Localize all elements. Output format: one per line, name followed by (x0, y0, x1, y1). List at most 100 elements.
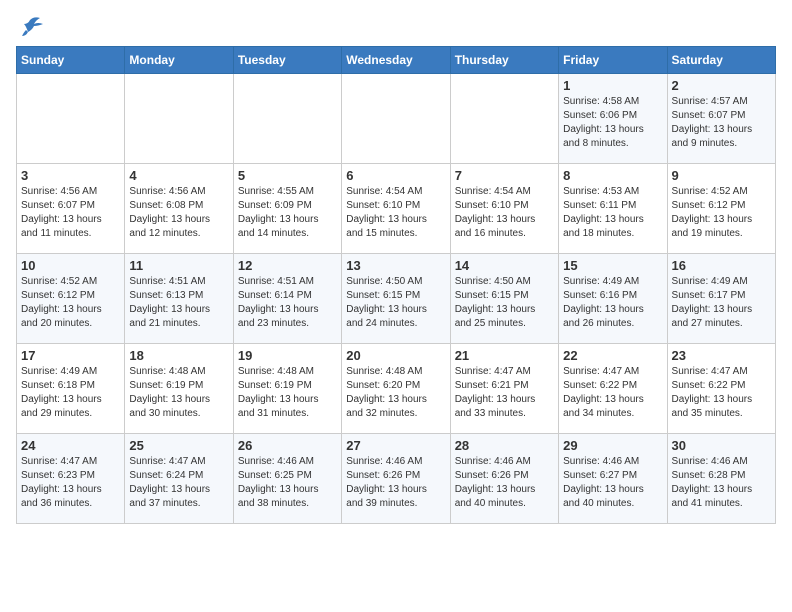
day-number: 11 (129, 258, 228, 273)
calendar-week-2: 3 Sunrise: 4:56 AM Sunset: 6:07 PM Daylig… (17, 164, 776, 254)
calendar-week-4: 17 Sunrise: 4:49 AM Sunset: 6:18 PM Dayli… (17, 344, 776, 434)
day-info: Sunrise: 4:47 AM Sunset: 6:23 PM Dayligh… (21, 455, 120, 511)
day-number: 7 (455, 168, 554, 183)
day-info: Sunrise: 4:46 AM Sunset: 6:26 PM Dayligh… (346, 455, 445, 511)
calendar-cell: 9 Sunrise: 4:52 AM Sunset: 6:12 PM Daylig… (667, 164, 775, 254)
calendar-cell: 16Sunrise: 4:49 AM Sunset: 6:17 PM Dayli… (667, 254, 775, 344)
calendar-cell: 14 Sunrise: 4:50 AM Sunset: 6:15 PM Dayli… (450, 254, 558, 344)
day-number: 24 (21, 438, 120, 453)
day-info: Sunrise: 4:56 AM Sunset: 6:07 PM Dayligh… (21, 185, 120, 241)
logo-bird-icon (16, 16, 44, 38)
day-info: Sunrise: 4:48 AM Sunset: 6:19 PM Dayligh… (238, 365, 337, 421)
day-number: 3 (21, 168, 120, 183)
day-info: Sunrise: 4:47 AM Sunset: 6:22 PM Dayligh… (563, 365, 662, 421)
day-number: 17 (21, 348, 120, 363)
day-info: Sunrise: 4:54 AM Sunset: 6:10 PM Dayligh… (346, 185, 445, 241)
day-info: Sunrise: 4:52 AM Sunset: 6:12 PM Dayligh… (672, 185, 771, 241)
day-info: Sunrise: 4:49 AM Sunset: 6:18 PM Dayligh… (21, 365, 120, 421)
day-info: Sunrise: 4:51 AM Sunset: 6:14 PM Dayligh… (238, 275, 337, 331)
col-header-thursday: Thursday (450, 47, 558, 74)
day-info: Sunrise: 4:46 AM Sunset: 6:25 PM Dayligh… (238, 455, 337, 511)
day-number: 28 (455, 438, 554, 453)
day-number: 15 (563, 258, 662, 273)
day-number: 5 (238, 168, 337, 183)
day-info: Sunrise: 4:48 AM Sunset: 6:19 PM Dayligh… (129, 365, 228, 421)
day-info: Sunrise: 4:52 AM Sunset: 6:12 PM Dayligh… (21, 275, 120, 331)
col-header-monday: Monday (125, 47, 233, 74)
calendar-cell: 25 Sunrise: 4:47 AM Sunset: 6:24 PM Dayli… (125, 434, 233, 524)
calendar-cell: 12 Sunrise: 4:51 AM Sunset: 6:14 PM Dayli… (233, 254, 341, 344)
calendar-cell: 2Sunrise: 4:57 AM Sunset: 6:07 PM Daylig… (667, 74, 775, 164)
day-info: Sunrise: 4:49 AM Sunset: 6:16 PM Dayligh… (563, 275, 662, 331)
calendar-cell: 7 Sunrise: 4:54 AM Sunset: 6:10 PM Daylig… (450, 164, 558, 254)
day-number: 27 (346, 438, 445, 453)
calendar-cell: 26 Sunrise: 4:46 AM Sunset: 6:25 PM Dayli… (233, 434, 341, 524)
day-info: Sunrise: 4:50 AM Sunset: 6:15 PM Dayligh… (346, 275, 445, 331)
day-info: Sunrise: 4:55 AM Sunset: 6:09 PM Dayligh… (238, 185, 337, 241)
calendar-cell: 1 Sunrise: 4:58 AM Sunset: 6:06 PM Daylig… (559, 74, 667, 164)
calendar-cell: 27 Sunrise: 4:46 AM Sunset: 6:26 PM Dayli… (342, 434, 450, 524)
day-info: Sunrise: 4:58 AM Sunset: 6:06 PM Dayligh… (563, 95, 662, 151)
calendar-cell (233, 74, 341, 164)
calendar-cell: 22 Sunrise: 4:47 AM Sunset: 6:22 PM Dayli… (559, 344, 667, 434)
calendar-cell: 4Sunrise: 4:56 AM Sunset: 6:08 PM Daylig… (125, 164, 233, 254)
day-number: 25 (129, 438, 228, 453)
day-number: 12 (238, 258, 337, 273)
calendar-cell: 19 Sunrise: 4:48 AM Sunset: 6:19 PM Dayli… (233, 344, 341, 434)
calendar-cell: 10 Sunrise: 4:52 AM Sunset: 6:12 PM Dayli… (17, 254, 125, 344)
day-number: 18 (129, 348, 228, 363)
day-info: Sunrise: 4:54 AM Sunset: 6:10 PM Dayligh… (455, 185, 554, 241)
calendar-cell: 3 Sunrise: 4:56 AM Sunset: 6:07 PM Daylig… (17, 164, 125, 254)
calendar-cell: 29 Sunrise: 4:46 AM Sunset: 6:27 PM Dayli… (559, 434, 667, 524)
col-header-sunday: Sunday (17, 47, 125, 74)
day-info: Sunrise: 4:47 AM Sunset: 6:22 PM Dayligh… (672, 365, 771, 421)
calendar-cell: 20Sunrise: 4:48 AM Sunset: 6:20 PM Dayli… (342, 344, 450, 434)
calendar-week-3: 10 Sunrise: 4:52 AM Sunset: 6:12 PM Dayli… (17, 254, 776, 344)
calendar-cell: 24 Sunrise: 4:47 AM Sunset: 6:23 PM Dayli… (17, 434, 125, 524)
day-number: 9 (672, 168, 771, 183)
day-number: 10 (21, 258, 120, 273)
day-number: 4 (129, 168, 228, 183)
day-info: Sunrise: 4:46 AM Sunset: 6:26 PM Dayligh… (455, 455, 554, 511)
calendar-cell: 8Sunrise: 4:53 AM Sunset: 6:11 PM Daylig… (559, 164, 667, 254)
calendar-cell (17, 74, 125, 164)
day-number: 14 (455, 258, 554, 273)
day-info: Sunrise: 4:49 AM Sunset: 6:17 PM Dayligh… (672, 275, 771, 331)
calendar-cell: 5 Sunrise: 4:55 AM Sunset: 6:09 PM Daylig… (233, 164, 341, 254)
calendar-cell: 17 Sunrise: 4:49 AM Sunset: 6:18 PM Dayli… (17, 344, 125, 434)
col-header-wednesday: Wednesday (342, 47, 450, 74)
day-info: Sunrise: 4:50 AM Sunset: 6:15 PM Dayligh… (455, 275, 554, 331)
day-number: 23 (672, 348, 771, 363)
day-number: 29 (563, 438, 662, 453)
calendar-cell: 28 Sunrise: 4:46 AM Sunset: 6:26 PM Dayli… (450, 434, 558, 524)
calendar-cell (450, 74, 558, 164)
calendar-cell: 30 Sunrise: 4:46 AM Sunset: 6:28 PM Dayli… (667, 434, 775, 524)
calendar-table: SundayMondayTuesdayWednesdayThursdayFrid… (16, 46, 776, 524)
day-number: 13 (346, 258, 445, 273)
calendar-body: 1 Sunrise: 4:58 AM Sunset: 6:06 PM Daylig… (17, 74, 776, 524)
day-number: 6 (346, 168, 445, 183)
calendar-cell: 13 Sunrise: 4:50 AM Sunset: 6:15 PM Dayli… (342, 254, 450, 344)
calendar-cell (342, 74, 450, 164)
day-number: 30 (672, 438, 771, 453)
col-header-tuesday: Tuesday (233, 47, 341, 74)
day-number: 20 (346, 348, 445, 363)
col-header-saturday: Saturday (667, 47, 775, 74)
day-number: 19 (238, 348, 337, 363)
calendar-week-1: 1 Sunrise: 4:58 AM Sunset: 6:06 PM Daylig… (17, 74, 776, 164)
day-number: 22 (563, 348, 662, 363)
day-info: Sunrise: 4:47 AM Sunset: 6:24 PM Dayligh… (129, 455, 228, 511)
day-number: 21 (455, 348, 554, 363)
calendar-cell: 18 Sunrise: 4:48 AM Sunset: 6:19 PM Dayli… (125, 344, 233, 434)
calendar-cell: 15 Sunrise: 4:49 AM Sunset: 6:16 PM Dayli… (559, 254, 667, 344)
header-row: SundayMondayTuesdayWednesdayThursdayFrid… (17, 47, 776, 74)
calendar-cell (125, 74, 233, 164)
day-number: 26 (238, 438, 337, 453)
header (16, 16, 776, 38)
day-number: 2 (672, 78, 771, 93)
day-info: Sunrise: 4:46 AM Sunset: 6:27 PM Dayligh… (563, 455, 662, 511)
day-info: Sunrise: 4:46 AM Sunset: 6:28 PM Dayligh… (672, 455, 771, 511)
day-number: 1 (563, 78, 662, 93)
calendar-week-5: 24 Sunrise: 4:47 AM Sunset: 6:23 PM Dayli… (17, 434, 776, 524)
calendar-header: SundayMondayTuesdayWednesdayThursdayFrid… (17, 47, 776, 74)
